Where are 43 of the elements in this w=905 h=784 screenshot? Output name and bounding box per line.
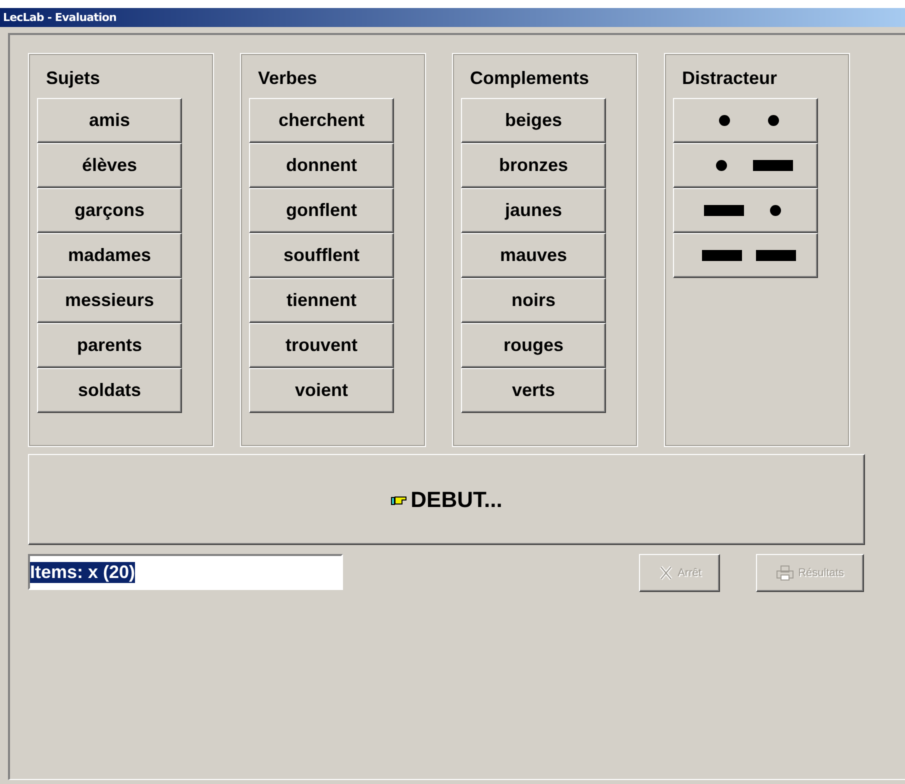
symbol-button[interactable] xyxy=(673,143,818,188)
cross-icon xyxy=(658,565,674,581)
word-button[interactable]: bronzes xyxy=(461,143,606,188)
symbol-button[interactable] xyxy=(673,233,818,278)
symbol-button[interactable] xyxy=(673,98,818,143)
word-button[interactable]: soldats xyxy=(37,368,182,413)
word-button[interactable]: jaunes xyxy=(461,188,606,233)
word-button[interactable]: messieurs xyxy=(37,278,182,323)
word-button[interactable]: madames xyxy=(37,233,182,278)
dot-icon xyxy=(768,115,778,126)
word-button[interactable]: élèves xyxy=(37,143,182,188)
group-title: Verbes xyxy=(258,68,318,90)
dash-icon xyxy=(753,160,793,171)
start-button[interactable]: DEBUT... xyxy=(28,454,865,545)
word-button[interactable]: mauves xyxy=(461,233,606,278)
word-button[interactable]: cherchent xyxy=(249,98,394,143)
dash-icon xyxy=(756,250,796,261)
word-button[interactable]: rouges xyxy=(461,323,606,368)
word-button[interactable]: donnent xyxy=(249,143,394,188)
group-title: Complements xyxy=(470,68,590,90)
group-title: Distracteur xyxy=(682,68,778,90)
word-button[interactable]: tiennent xyxy=(249,278,394,323)
word-button[interactable]: beiges xyxy=(461,98,606,143)
group-title: Sujets xyxy=(46,68,102,90)
dash-icon xyxy=(702,250,742,261)
word-button[interactable]: soufflent xyxy=(249,233,394,278)
word-button[interactable]: voient xyxy=(249,368,394,413)
symbol-button[interactable] xyxy=(673,188,818,233)
word-button[interactable]: verts xyxy=(461,368,606,413)
word-button[interactable]: parents xyxy=(37,323,182,368)
dash-icon xyxy=(704,205,744,216)
word-button[interactable]: garçons xyxy=(37,188,182,233)
window-title: LecLab - Evaluation xyxy=(3,11,116,24)
dot-icon xyxy=(716,160,727,171)
printer-icon xyxy=(776,565,794,581)
word-button[interactable]: gonflent xyxy=(249,188,394,233)
word-button[interactable]: noirs xyxy=(461,278,606,323)
word-button[interactable]: trouvent xyxy=(249,323,394,368)
dot-icon xyxy=(718,115,730,126)
dot-icon xyxy=(770,205,781,216)
items-field[interactable]: Items: x (20) xyxy=(28,554,343,590)
word-button[interactable]: amis xyxy=(37,98,182,143)
pointing-hand-icon xyxy=(390,494,407,506)
